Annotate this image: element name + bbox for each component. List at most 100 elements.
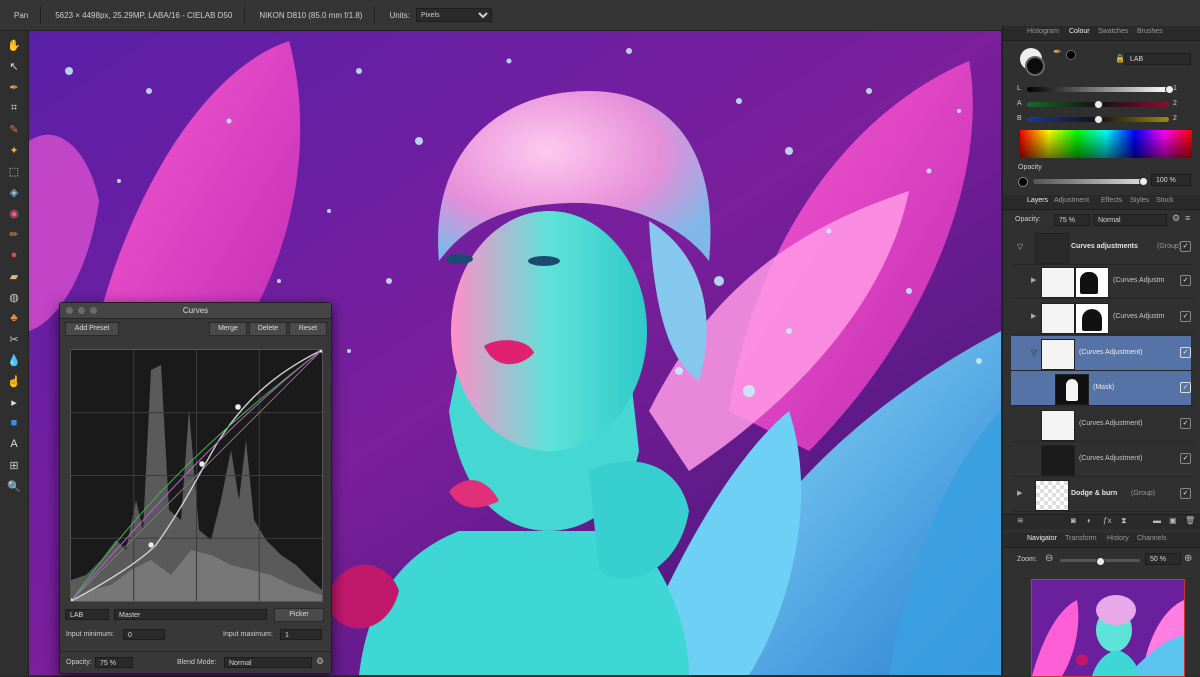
- zoom-blur-icon[interactable]: ◍: [6, 289, 22, 305]
- l-slider[interactable]: [1027, 85, 1174, 94]
- clone-icon[interactable]: ♣: [6, 310, 22, 326]
- delete-button[interactable]: Delete: [249, 322, 287, 336]
- layer-row[interactable]: ▽ (Curves Adjustment) ✓: [1011, 336, 1195, 371]
- curve-graph[interactable]: [67, 346, 326, 605]
- red-eye-icon[interactable]: ●: [6, 247, 22, 263]
- layer-row[interactable]: ▽ Curves adjustments (Group) ✓: [1011, 230, 1195, 265]
- marquee-icon[interactable]: ⬚: [6, 163, 22, 179]
- stroke-colour-swatch[interactable]: [1025, 56, 1045, 76]
- add-layer-icon[interactable]: ▣: [1169, 516, 1177, 525]
- navigator-preview[interactable]: [1031, 579, 1185, 677]
- expand-icon[interactable]: ▶: [1031, 312, 1036, 320]
- layer-opacity-field[interactable]: 75 %: [1054, 214, 1090, 226]
- tab-effects[interactable]: Effects: [1101, 197, 1122, 204]
- visibility-checkbox[interactable]: ✓: [1180, 241, 1191, 252]
- node-tool-icon[interactable]: ▸: [6, 394, 22, 410]
- channel-select[interactable]: Master: [114, 609, 267, 620]
- dodge-icon[interactable]: ✂: [6, 331, 22, 347]
- tab-styles[interactable]: Styles: [1130, 197, 1149, 204]
- zoom-tool-icon[interactable]: 🔍: [6, 478, 22, 494]
- minimize-window-icon[interactable]: [78, 307, 85, 314]
- input-minimum-field[interactable]: 0: [123, 629, 165, 640]
- gear-icon[interactable]: ⚙: [316, 656, 324, 667]
- fx-icon[interactable]: ƒx: [1103, 516, 1111, 525]
- opacity-field[interactable]: 75 %: [95, 657, 133, 668]
- visibility-checkbox[interactable]: ✓: [1180, 347, 1191, 358]
- expand-icon[interactable]: ▶: [1031, 276, 1036, 284]
- layer-row[interactable]: ▶ Dodge & burn (Group) ✓: [1011, 477, 1195, 512]
- eyedropper-icon[interactable]: ✒: [1053, 47, 1061, 58]
- healing-icon[interactable]: ▰: [6, 268, 22, 284]
- color-picker-icon[interactable]: ✒: [6, 79, 22, 95]
- tab-transform[interactable]: Transform: [1065, 535, 1097, 542]
- mesh-icon[interactable]: ⊞: [6, 457, 22, 473]
- visibility-checkbox[interactable]: ✓: [1180, 275, 1191, 286]
- colour-model-select[interactable]: LAB: [1125, 53, 1191, 65]
- colour-space-select[interactable]: LAB: [65, 609, 109, 620]
- input-maximum-field[interactable]: 1: [280, 629, 322, 640]
- collapse-icon[interactable]: ▽: [1017, 242, 1023, 251]
- zoom-slider[interactable]: [1060, 557, 1140, 566]
- mask-layer-icon[interactable]: ◙: [1071, 516, 1076, 525]
- smudge-icon[interactable]: ☝: [6, 373, 22, 389]
- visibility-checkbox[interactable]: ✓: [1180, 418, 1191, 429]
- visibility-checkbox[interactable]: ✓: [1180, 382, 1191, 393]
- layer-row[interactable]: ▶ (Curves Adjustm ✓: [1011, 300, 1195, 335]
- zoom-field[interactable]: 50 %: [1145, 553, 1181, 565]
- move-tool-icon[interactable]: ↖: [6, 58, 22, 74]
- rectangle-icon[interactable]: ■: [6, 415, 22, 431]
- paint-brush-icon[interactable]: ✎: [6, 121, 22, 137]
- tab-layers[interactable]: Layers: [1027, 197, 1048, 204]
- visibility-checkbox[interactable]: ✓: [1180, 453, 1191, 464]
- merge-button[interactable]: Merge: [209, 322, 247, 336]
- tab-histogram[interactable]: Histogram: [1027, 28, 1059, 35]
- hand-tool-icon[interactable]: ✋: [6, 37, 22, 53]
- gear-icon[interactable]: ⚙: [1172, 213, 1180, 224]
- trash-icon[interactable]: 🗑: [1185, 516, 1195, 525]
- tab-adjustment[interactable]: Adjustment: [1054, 197, 1089, 204]
- close-window-icon[interactable]: [66, 307, 73, 314]
- lock-icon[interactable]: 🔒: [1115, 54, 1125, 63]
- zoom-out-icon[interactable]: ⊖: [1045, 553, 1053, 564]
- text-tool-icon[interactable]: A: [6, 436, 22, 452]
- folder-icon[interactable]: ▬: [1153, 516, 1161, 525]
- tab-channels[interactable]: Channels: [1137, 535, 1167, 542]
- brush-icon[interactable]: ✏: [6, 226, 22, 242]
- a-slider[interactable]: [1027, 100, 1169, 109]
- blur-icon[interactable]: 💧: [6, 352, 22, 368]
- color-wheel-icon[interactable]: ◉: [6, 205, 22, 221]
- tab-brushes[interactable]: Brushes: [1137, 28, 1163, 35]
- tab-navigator[interactable]: Navigator: [1027, 535, 1057, 542]
- reset-button[interactable]: Reset: [289, 322, 327, 336]
- picker-button[interactable]: Picker: [274, 608, 324, 622]
- colour-opacity-field[interactable]: 100 %: [1151, 174, 1191, 186]
- zoom-window-icon[interactable]: [90, 307, 97, 314]
- add-preset-button[interactable]: Add Preset: [65, 322, 119, 336]
- visibility-checkbox[interactable]: ✓: [1180, 488, 1191, 499]
- adjustment-icon[interactable]: ◐: [1087, 516, 1092, 525]
- curves-titlebar[interactable]: Curves: [60, 303, 331, 319]
- fill-icon[interactable]: ◈: [6, 184, 22, 200]
- layer-blend-select[interactable]: Normal: [1093, 214, 1167, 226]
- crop-tool-icon[interactable]: ⌗: [6, 100, 22, 116]
- expand-icon[interactable]: ▶: [1017, 489, 1022, 497]
- layer-row[interactable]: ▶ (Curves Adjustm ✓: [1011, 264, 1195, 299]
- tab-swatches[interactable]: Swatches: [1098, 28, 1128, 35]
- units-select[interactable]: Pixels: [415, 8, 492, 22]
- flood-select-icon[interactable]: ✦: [6, 142, 22, 158]
- tab-history[interactable]: History: [1107, 535, 1129, 542]
- live-filter-icon[interactable]: ⧗: [1121, 516, 1127, 526]
- layer-row[interactable]: (Curves Adjustment) ✓: [1011, 407, 1195, 442]
- layer-row[interactable]: (Curves Adjustment) ✓: [1011, 442, 1195, 477]
- colour-opacity-slider[interactable]: [1033, 177, 1148, 186]
- collapse-icon[interactable]: ▽: [1031, 348, 1037, 357]
- menu-icon[interactable]: ≡: [1185, 213, 1190, 223]
- visibility-checkbox[interactable]: ✓: [1180, 311, 1191, 322]
- colour-spectrum[interactable]: [1020, 130, 1192, 158]
- b-slider[interactable]: [1027, 115, 1169, 124]
- tab-stock[interactable]: Stock: [1156, 197, 1174, 204]
- layers-stack-icon[interactable]: ≋: [1017, 516, 1024, 525]
- blend-mode-select[interactable]: Normal: [224, 657, 312, 668]
- layer-row[interactable]: (Mask) ✓: [1011, 371, 1195, 406]
- zoom-in-icon[interactable]: ⊕: [1184, 553, 1192, 564]
